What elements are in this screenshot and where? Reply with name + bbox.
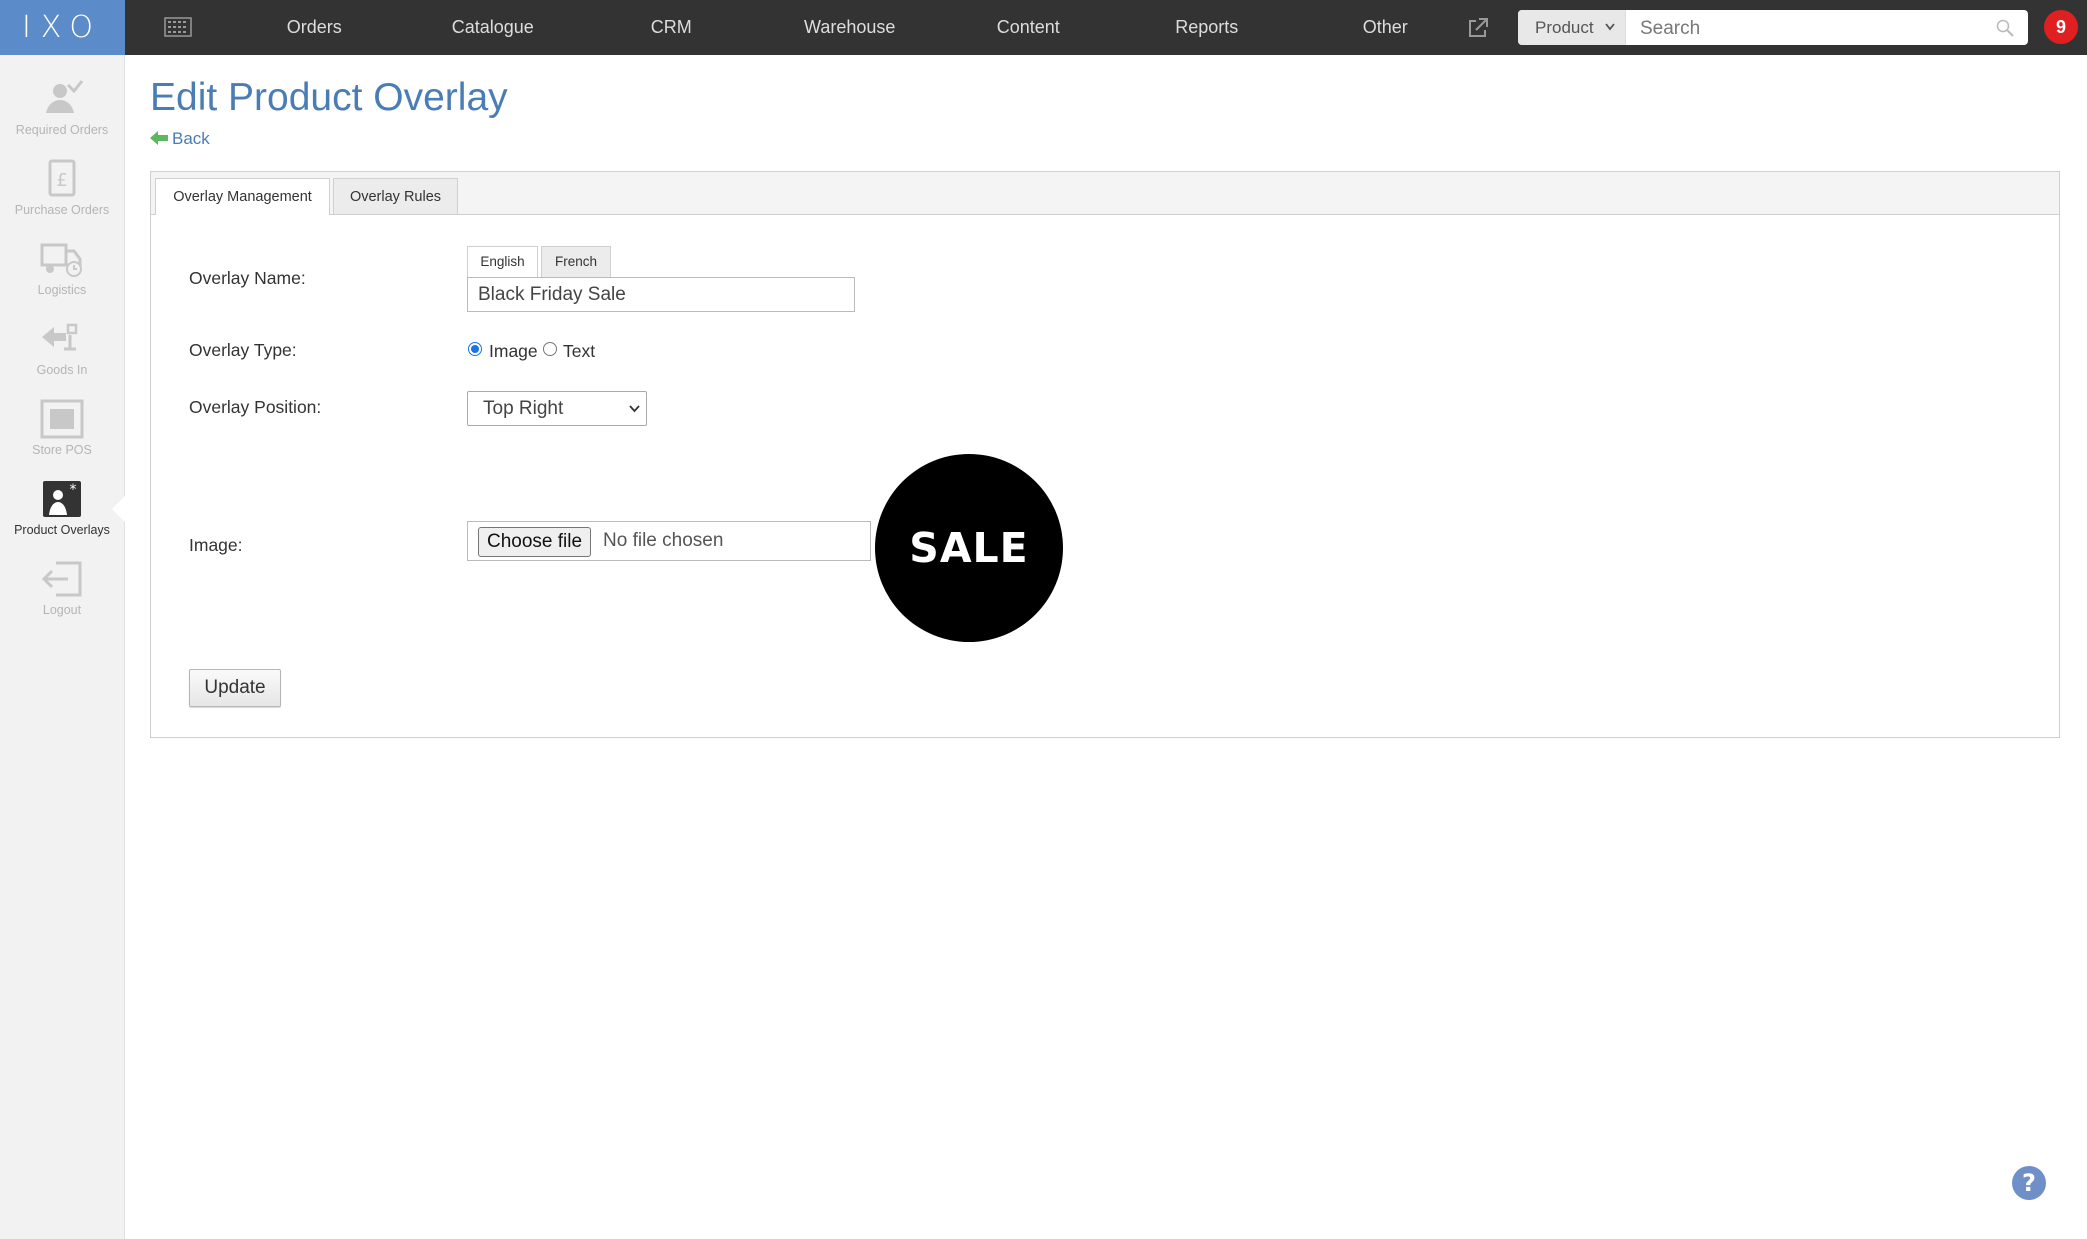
sidebar-item-product-overlays[interactable]: * Product Overlays — [0, 475, 124, 553]
overlay-type-text-label: Text — [563, 341, 596, 361]
overlay-position-value: Top Right — [483, 398, 564, 419]
nav-warehouse[interactable]: Warehouse — [761, 0, 940, 55]
image-file-input: Choose file No file chosen — [467, 521, 871, 561]
nav-reports[interactable]: Reports — [1118, 0, 1297, 55]
overlay-name-label: Overlay Name: — [189, 268, 306, 288]
overlay-position-label: Overlay Position: — [189, 397, 322, 417]
nav-catalogue[interactable]: Catalogue — [404, 0, 583, 55]
top-bar: IXO Orders Catalogue CRM Warehouse Conte… — [0, 0, 2087, 55]
help-icon[interactable]: ? — [2011, 1165, 2047, 1201]
tab-overlay-rules[interactable]: Overlay Rules — [333, 178, 458, 214]
required-orders-icon — [46, 80, 84, 113]
language-tab-english[interactable]: English — [467, 246, 538, 277]
sidebar-item-label: Product Overlays — [14, 523, 110, 537]
back-link[interactable]: Back — [150, 129, 210, 149]
overlay-type-text-radio[interactable] — [543, 342, 557, 356]
overlay-type-image-radio[interactable] — [468, 342, 482, 356]
nav-crm[interactable]: CRM — [582, 0, 761, 55]
tab-bar: Overlay Management Overlay Rules — [151, 172, 2059, 215]
language-tab-french[interactable]: French — [541, 246, 611, 277]
search-scope-select[interactable]: Product — [1518, 10, 1626, 45]
logout-icon — [41, 561, 82, 597]
sidebar-item-label: Required Orders — [15, 123, 109, 137]
product-overlays-icon: * — [43, 481, 81, 517]
search-bar: Product — [1518, 10, 2028, 45]
sidebar-item-required-orders[interactable]: Required Orders — [0, 75, 124, 153]
file-status-text: No file chosen — [603, 530, 724, 551]
svg-text:*: * — [70, 482, 77, 498]
sidebar-item-label: Purchase Orders — [14, 203, 110, 217]
chevron-down-icon — [1605, 23, 1615, 31]
back-arrow-icon — [150, 131, 168, 145]
image-label: Image: — [189, 535, 243, 555]
back-link-label: Back — [172, 129, 210, 148]
overlay-type-label: Overlay Type: — [189, 340, 297, 360]
sidebar-item-label: Store POS — [32, 443, 92, 457]
store-pos-icon — [40, 399, 84, 439]
search-icon[interactable] — [1996, 19, 2014, 37]
update-button[interactable]: Update — [189, 669, 281, 707]
sidebar-item-label: Logistics — [37, 283, 87, 297]
nav-content[interactable]: Content — [939, 0, 1118, 55]
app-logo[interactable]: IXO — [0, 0, 125, 55]
sidebar-item-logout[interactable]: Logout — [0, 555, 124, 633]
overlay-name-input[interactable] — [467, 277, 855, 312]
search-scope-value: Product — [1535, 18, 1594, 37]
nav-orders[interactable]: Orders — [225, 0, 404, 55]
logistics-icon — [40, 243, 82, 277]
sidebar-item-label: Goods In — [36, 363, 88, 377]
sidebar: Required Orders £ Purchase Orders Logist… — [0, 55, 125, 1239]
purchase-orders-icon: £ — [48, 159, 76, 197]
external-link-icon[interactable] — [1466, 16, 1490, 40]
tab-overlay-management[interactable]: Overlay Management — [155, 178, 330, 215]
sidebar-item-store-pos[interactable]: Store POS — [0, 395, 124, 473]
sidebar-item-goods-in[interactable]: Goods In — [0, 315, 124, 393]
overlay-panel: Overlay Management Overlay Rules Overlay… — [150, 171, 2060, 738]
overlay-image-preview: SALE — [875, 454, 1063, 642]
sidebar-item-logistics[interactable]: Logistics — [0, 235, 124, 313]
svg-text:?: ? — [2022, 1169, 2036, 1197]
choose-file-button[interactable]: Choose file — [478, 527, 592, 557]
notification-badge[interactable]: 9 — [2044, 10, 2078, 44]
active-item-pointer — [112, 496, 125, 522]
overlay-type-image-label: Image — [489, 341, 538, 361]
page-title: Edit Product Overlay — [150, 76, 508, 119]
nav-other[interactable]: Other — [1296, 0, 1475, 55]
search-input[interactable] — [1628, 10, 2002, 45]
overlay-position-select[interactable]: Top Right — [467, 391, 647, 426]
main-nav: Orders Catalogue CRM Warehouse Content R… — [225, 0, 1475, 55]
apps-grid-icon[interactable] — [164, 17, 192, 37]
goods-in-icon — [42, 323, 78, 351]
svg-text:£: £ — [56, 170, 67, 191]
sidebar-item-purchase-orders[interactable]: £ Purchase Orders — [0, 155, 124, 233]
chevron-down-icon — [629, 405, 640, 413]
sidebar-item-label: Logout — [42, 603, 82, 617]
